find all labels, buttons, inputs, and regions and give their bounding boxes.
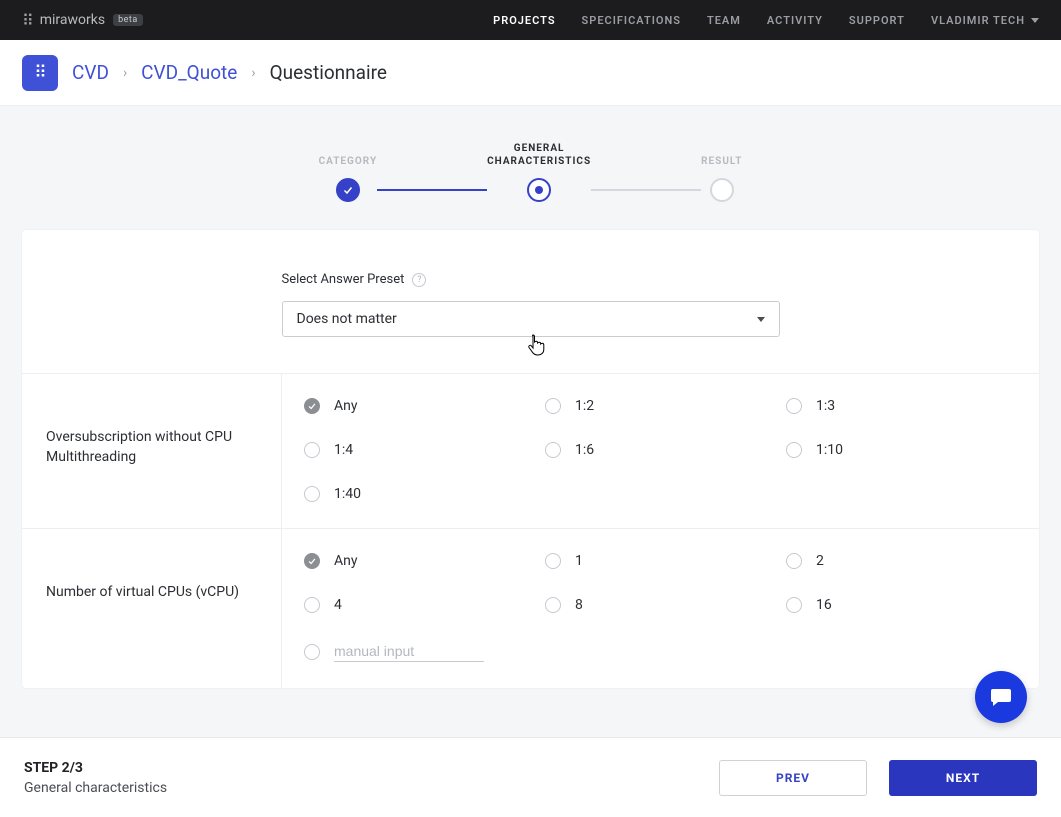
question-row: Oversubscription without CPU Multithread… [22, 373, 1039, 528]
chat-icon [989, 685, 1013, 709]
option-label: 1:3 [816, 398, 835, 414]
brand-badge: beta [113, 14, 143, 26]
step-label: CATEGORY [319, 155, 378, 168]
nav-item-activity[interactable]: ACTIVITY [767, 14, 823, 27]
nav-user-menu[interactable]: VLADIMIR TECH [931, 14, 1039, 27]
stepper: CATEGORY GENERALCHARACTERISTICS RESULT [0, 106, 1061, 230]
next-button[interactable]: NEXT [889, 760, 1037, 796]
option-label: Any [334, 398, 358, 414]
option-label: 4 [334, 597, 342, 613]
radio-icon [545, 442, 561, 458]
preset-select-value: Does not matter [297, 311, 397, 327]
radio-icon [786, 442, 802, 458]
option-4[interactable]: 4 [304, 597, 535, 613]
option-1-4[interactable]: 1:4 [304, 442, 535, 458]
question-options: Any 1:2 1:3 1:4 1:6 1:10 [282, 374, 1039, 528]
chevron-down-icon [1031, 18, 1039, 23]
grid-icon: ⠿ [34, 63, 45, 83]
chevron-down-icon [757, 317, 765, 322]
step-connector [591, 189, 701, 191]
step-general-characteristics[interactable]: GENERALCHARACTERISTICS [487, 142, 591, 202]
step-label: RESULT [701, 155, 742, 168]
radio-icon [786, 597, 802, 613]
radio-checked-icon [304, 398, 320, 414]
option-2[interactable]: 2 [786, 553, 1017, 569]
manual-input-field[interactable] [334, 641, 484, 662]
preset-label: Select Answer Preset [282, 272, 405, 287]
breadcrumb-bar: ⠿ CVD › CVD_Quote › Questionnaire [0, 40, 1061, 106]
breadcrumb-link-1[interactable]: CVD [72, 61, 109, 84]
step-category[interactable]: CATEGORY [319, 155, 378, 202]
radio-icon [786, 398, 802, 414]
step-label: GENERALCHARACTERISTICS [487, 142, 591, 168]
nav-item-projects[interactable]: PROJECTS [493, 14, 555, 27]
chevron-right-icon: › [123, 65, 127, 81]
nav-item-team[interactable]: TEAM [707, 14, 741, 27]
nav-items: PROJECTS SPECIFICATIONS TEAM ACTIVITY SU… [493, 14, 1039, 27]
nav-item-specifications[interactable]: SPECIFICATIONS [582, 14, 681, 27]
question-label: Oversubscription without CPU Multithread… [22, 374, 282, 528]
radio-icon [545, 597, 561, 613]
step-connector [377, 189, 487, 191]
question-options: Any 1 2 4 8 16 [282, 529, 1039, 688]
breadcrumb-link-2[interactable]: CVD_Quote [141, 61, 237, 84]
nav-user-name: VLADIMIR TECH [931, 14, 1025, 27]
option-label: 8 [575, 597, 583, 613]
option-1-10[interactable]: 1:10 [786, 442, 1017, 458]
option-label: 1:2 [575, 398, 594, 414]
option-label: 1:40 [334, 486, 361, 502]
chat-fab[interactable] [975, 671, 1027, 723]
footer-step-count: STEP 2/3 [24, 760, 167, 776]
footer-bar: STEP 2/3 General characteristics PREV NE… [0, 737, 1061, 817]
option-label: Any [334, 553, 358, 569]
step-dot-done [336, 178, 360, 202]
prev-button[interactable]: PREV [719, 760, 867, 796]
option-1-6[interactable]: 1:6 [545, 442, 776, 458]
question-label: Number of virtual CPUs (vCPU) [22, 529, 282, 688]
option-manual[interactable] [304, 641, 535, 662]
footer-step-info: STEP 2/3 General characteristics [24, 760, 167, 796]
radio-icon [304, 442, 320, 458]
chevron-right-icon: › [251, 65, 255, 81]
option-1-2[interactable]: 1:2 [545, 398, 776, 414]
option-1-40[interactable]: 1:40 [304, 486, 535, 502]
breadcrumb-current: Questionnaire [270, 61, 387, 84]
option-label: 1:4 [334, 442, 353, 458]
radio-icon [786, 553, 802, 569]
step-result[interactable]: RESULT [701, 155, 742, 202]
option-1-3[interactable]: 1:3 [786, 398, 1017, 414]
breadcrumb-app-icon[interactable]: ⠿ [22, 55, 58, 91]
radio-icon [545, 398, 561, 414]
footer-step-name: General characteristics [24, 780, 167, 796]
step-dot-upcoming [710, 178, 734, 202]
radio-icon [545, 553, 561, 569]
nav-item-support[interactable]: SUPPORT [849, 14, 905, 27]
option-any[interactable]: Any [304, 553, 535, 569]
radio-icon [304, 597, 320, 613]
option-label: 1:6 [575, 442, 594, 458]
option-16[interactable]: 16 [786, 597, 1017, 613]
option-1[interactable]: 1 [545, 553, 776, 569]
option-label: 2 [816, 553, 824, 569]
brand-logo-icon: ⠿ [22, 11, 32, 30]
option-any[interactable]: Any [304, 398, 535, 414]
top-nav: ⠿ miraworks beta PROJECTS SPECIFICATIONS… [0, 0, 1061, 40]
radio-checked-icon [304, 553, 320, 569]
brand: ⠿ miraworks beta [22, 11, 143, 30]
preset-select[interactable]: Does not matter [282, 301, 780, 337]
option-8[interactable]: 8 [545, 597, 776, 613]
radio-icon [304, 644, 320, 660]
questionnaire-card: Select Answer Preset ? Does not matter O… [22, 230, 1039, 688]
option-label: 1:10 [816, 442, 843, 458]
question-row: Number of virtual CPUs (vCPU) Any 1 2 4 … [22, 528, 1039, 688]
preset-section: Select Answer Preset ? Does not matter [22, 230, 1039, 373]
step-dot-active [527, 178, 551, 202]
brand-name: miraworks [40, 12, 105, 28]
help-icon[interactable]: ? [412, 273, 426, 287]
radio-icon [304, 486, 320, 502]
option-label: 16 [816, 597, 832, 613]
option-label: 1 [575, 553, 583, 569]
